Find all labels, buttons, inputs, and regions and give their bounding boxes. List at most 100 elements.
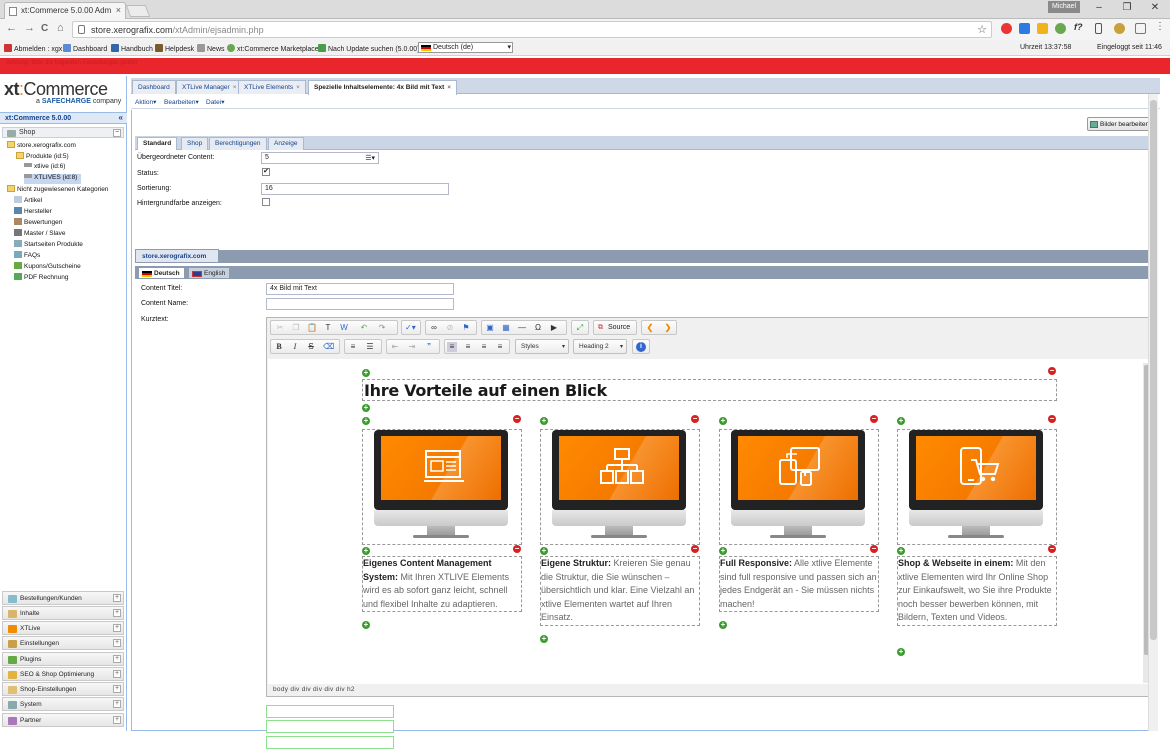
spellcheck-icon[interactable]: ✓▾: [405, 323, 416, 333]
copy-icon[interactable]: ❐: [291, 323, 301, 333]
horizontal-line-icon[interactable]: ―: [517, 323, 527, 333]
tab-spezielle-inhaltselemente[interactable]: Spezielle Inhaltselemente: 4x Bild mit T…: [308, 80, 458, 95]
tree-item-store[interactable]: store.xerografix.com: [7, 141, 76, 151]
font-extension-icon[interactable]: f?: [1074, 22, 1085, 33]
language-select[interactable]: Deutsch (de) ▾: [418, 42, 513, 53]
bookmark-star-icon[interactable]: ☆: [977, 23, 987, 36]
green-field-2[interactable]: [266, 720, 394, 733]
tree-item-unassigned[interactable]: Nicht zugewiesenen Kategorien: [7, 185, 108, 195]
helpdesk-link[interactable]: Helpdesk: [155, 44, 194, 53]
close-tab-icon[interactable]: ×: [447, 84, 451, 91]
tree-item-artikel[interactable]: Artikel: [14, 196, 42, 206]
add-element-icon[interactable]: +: [719, 621, 727, 629]
expand-icon[interactable]: +: [113, 639, 121, 647]
align-justify-icon[interactable]: ≡: [495, 342, 505, 352]
add-element-icon[interactable]: +: [362, 547, 370, 555]
close-tab-icon[interactable]: ×: [116, 5, 121, 15]
tree-item-bewertungen[interactable]: Bewertungen: [14, 218, 62, 228]
minimize-icon[interactable]: –: [1090, 2, 1108, 13]
image-monitor-3[interactable]: [719, 429, 879, 545]
content-title-input[interactable]: 4x Bild mit Text: [266, 283, 454, 295]
accordion-inhalte[interactable]: Inhalte +: [2, 606, 124, 620]
menu-icon[interactable]: ⋮: [1155, 21, 1166, 32]
add-element-icon[interactable]: +: [362, 417, 370, 425]
browser-tab[interactable]: xt:Commerce 5.0.00 Adm ×: [4, 2, 126, 19]
info-icon[interactable]: i: [636, 342, 646, 352]
remove-element-icon[interactable]: −: [513, 545, 521, 553]
strike-icon[interactable]: S: [306, 342, 316, 352]
cut-icon[interactable]: ✂: [275, 323, 285, 333]
tree-item-produkte[interactable]: Produkte (id:5): [16, 152, 69, 162]
redo-icon[interactable]: ↷: [377, 323, 387, 333]
opera-extension-icon[interactable]: [1001, 23, 1012, 34]
blockquote-icon[interactable]: ”: [424, 342, 434, 352]
tab-english[interactable]: English: [188, 267, 231, 279]
bold-icon[interactable]: B: [274, 342, 284, 352]
table-icon[interactable]: ▦: [501, 323, 511, 333]
tab-dashboard[interactable]: Dashboard: [132, 80, 176, 94]
tree-item-kupons[interactable]: Kupons/Gutscheine: [14, 262, 81, 272]
tab-xtlive-elements[interactable]: XTLive Elements ×: [238, 80, 306, 94]
source-button[interactable]: ⧉ Source: [593, 320, 637, 335]
marketplace-link[interactable]: xt:Commerce Marketplace: [227, 44, 319, 53]
page-scrollbar[interactable]: [1148, 94, 1158, 731]
menu-aktion[interactable]: Aktion▾: [135, 98, 156, 106]
add-element-icon[interactable]: +: [540, 635, 548, 643]
unlink-icon[interactable]: ⊘: [445, 323, 455, 333]
tab-xtlive-manager[interactable]: XTLive Manager ×: [176, 80, 243, 94]
feature-text-3[interactable]: Full Responsive: Alle xtlive Elemente si…: [719, 556, 879, 612]
dashboard-link[interactable]: Dashboard: [63, 44, 107, 53]
remove-element-icon[interactable]: −: [513, 415, 521, 423]
add-element-icon[interactable]: +: [897, 547, 905, 555]
home-icon[interactable]: ⌂: [57, 22, 64, 34]
tab-shop[interactable]: Shop: [181, 137, 209, 150]
italic-icon[interactable]: I: [290, 342, 300, 352]
expand-icon[interactable]: +: [113, 716, 121, 724]
accordion-einstellungen[interactable]: Einstellungen +: [2, 636, 124, 650]
update-check-link[interactable]: Nach Update suchen (5.0.00): [318, 44, 419, 53]
maximize-icon[interactable]: ❐: [1118, 2, 1136, 13]
tree-item-startseiten[interactable]: Startseiten Produkte: [14, 240, 83, 250]
remove-element-icon[interactable]: −: [870, 415, 878, 423]
align-center-icon[interactable]: ≡: [463, 342, 473, 352]
logout-link[interactable]: Abmelden : xgx: [4, 44, 62, 53]
menu-bearbeiten[interactable]: Bearbeiten▾: [164, 98, 199, 106]
shop-section-header[interactable]: Shop −: [2, 127, 124, 138]
green-field-3[interactable]: [266, 736, 394, 749]
accordion-xtlive[interactable]: XTLive +: [2, 621, 124, 635]
expand-icon[interactable]: +: [113, 670, 121, 678]
expand-icon[interactable]: +: [113, 685, 121, 693]
tab-store[interactable]: store.xerografix.com: [135, 249, 219, 263]
page-info-icon[interactable]: [78, 25, 85, 34]
paste-text-icon[interactable]: T: [323, 323, 333, 333]
tree-item-faqs[interactable]: FAQs: [14, 251, 40, 261]
paste-word-icon[interactable]: W: [339, 323, 349, 333]
add-element-icon[interactable]: +: [897, 417, 905, 425]
image-monitor-4[interactable]: [897, 429, 1057, 545]
green-field-1[interactable]: [266, 705, 394, 718]
translate-extension-icon[interactable]: [1019, 23, 1030, 34]
special-char-icon[interactable]: Ω: [533, 323, 543, 333]
back-icon[interactable]: ←: [6, 22, 17, 34]
reload-icon[interactable]: C: [41, 23, 48, 34]
close-tab-icon[interactable]: ×: [296, 84, 300, 91]
bulleted-list-icon[interactable]: ☰: [365, 342, 375, 352]
add-element-icon[interactable]: +: [362, 404, 370, 412]
color-extension-icon[interactable]: [1114, 23, 1125, 34]
add-element-icon[interactable]: +: [362, 621, 370, 629]
page-scroll-thumb[interactable]: [1150, 100, 1157, 640]
profile-badge[interactable]: Michael: [1048, 1, 1080, 13]
anchor-icon[interactable]: ⚑: [461, 323, 471, 333]
tab-deutsch[interactable]: Deutsch: [138, 267, 185, 279]
remove-element-icon[interactable]: −: [691, 545, 699, 553]
remove-element-icon[interactable]: −: [1048, 367, 1056, 375]
add-element-icon[interactable]: +: [362, 369, 370, 377]
accordion-plugins[interactable]: Plugins +: [2, 652, 124, 666]
arrow-right-icon[interactable]: ❯: [663, 323, 673, 333]
tree-item-master-slave[interactable]: Master / Slave: [14, 229, 66, 239]
align-left-icon[interactable]: ≡: [447, 342, 457, 352]
handbook-link[interactable]: Handbuch: [111, 44, 153, 53]
format-combo[interactable]: Heading 2 ▾: [573, 339, 627, 354]
tab-berechtigungen[interactable]: Berechtigungen: [209, 137, 267, 150]
collapse-panel-icon[interactable]: «: [119, 113, 123, 122]
